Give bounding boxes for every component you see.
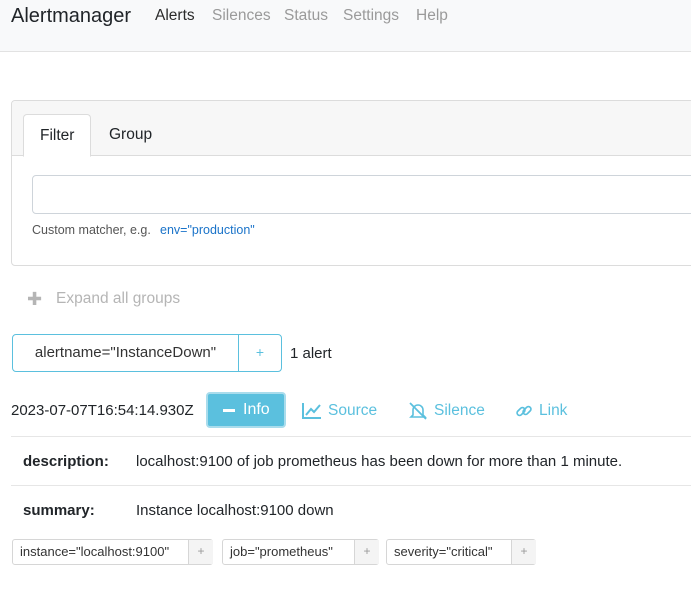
label-instance[interactable]: instance="localhost:9100" [13, 540, 189, 564]
nav-help[interactable]: Help [416, 7, 448, 25]
annotation-divider [11, 436, 691, 437]
link-icon [515, 402, 533, 425]
label-chip-job: job="prometheus" + [222, 539, 379, 565]
filter-hint-text: Custom matcher, e.g. [32, 223, 151, 237]
top-navbar: Alertmanager Alerts Silences Status Sett… [0, 0, 691, 52]
source-label: Source [328, 402, 378, 419]
alert-group-button: alertname="InstanceDown" + [12, 334, 282, 372]
expand-all-label: Expand all groups [56, 290, 181, 307]
annotation-divider [11, 485, 691, 486]
label-chip-instance: instance="localhost:9100" + [12, 539, 213, 565]
nav-status[interactable]: Status [284, 7, 328, 25]
nav-alerts[interactable]: Alerts [155, 7, 195, 25]
plus-icon: ✚ [27, 289, 43, 309]
minus-icon [223, 409, 235, 412]
group-add-filter-button[interactable]: + [239, 335, 281, 371]
label-add-button[interactable]: + [355, 540, 379, 564]
filter-tabs-header: Filter Group [12, 101, 691, 157]
annotation-key-description: description: [23, 453, 109, 470]
silence-label: Silence [434, 402, 485, 419]
group-matcher-label[interactable]: alertname="InstanceDown" [13, 335, 239, 371]
filter-example-link[interactable]: env="production" [160, 223, 255, 237]
label-job[interactable]: job="prometheus" [223, 540, 355, 564]
tab-group[interactable]: Group [93, 114, 168, 157]
nav-silences[interactable]: Silences [212, 7, 271, 25]
bell-slash-icon [408, 402, 428, 425]
link-label: Link [539, 402, 568, 419]
label-chip-severity: severity="critical" + [386, 539, 536, 565]
chart-line-icon [302, 402, 322, 425]
annotation-value-summary: Instance localhost:9100 down [136, 502, 334, 519]
brand-title[interactable]: Alertmanager [11, 5, 131, 28]
info-toggle-button[interactable]: Info [206, 392, 286, 428]
alert-timestamp: 2023-07-07T16:54:14.930Z [11, 402, 194, 419]
label-add-button[interactable]: + [512, 540, 536, 564]
filter-card: Filter Group Custom matcher, e.g. env="p… [11, 100, 691, 266]
info-label: Info [243, 401, 270, 418]
label-add-button[interactable]: + [189, 540, 213, 564]
nav-settings[interactable]: Settings [343, 7, 399, 25]
annotation-key-summary: summary: [23, 502, 95, 519]
label-severity[interactable]: severity="critical" [387, 540, 512, 564]
alert-count: 1 alert [290, 345, 332, 362]
tab-filter[interactable]: Filter [23, 114, 92, 157]
filter-input[interactable] [32, 175, 691, 214]
annotation-value-description: localhost:9100 of job prometheus has bee… [136, 453, 623, 470]
